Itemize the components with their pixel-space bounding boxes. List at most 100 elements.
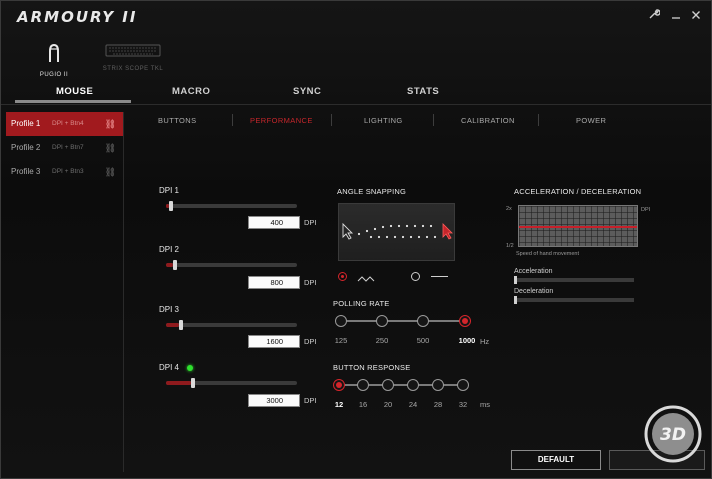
title-bar: ARMOURY II [1, 1, 711, 33]
armoury-window: ARMOURY II PUGIO II STRIX SCOPE TKL MOUS… [0, 0, 712, 479]
subtab-performance[interactable]: PERFORMANCE [250, 116, 313, 125]
profile-binding: DPI + Btn3 [52, 168, 84, 175]
close-icon[interactable] [687, 7, 705, 25]
graph-y-top: 2x [506, 206, 512, 212]
polling-500-option[interactable] [417, 315, 429, 327]
wrench-icon[interactable] [645, 7, 663, 25]
trail-dots [357, 224, 437, 239]
polling-unit: Hz [480, 337, 490, 346]
subtab-lighting[interactable]: LIGHTING [364, 116, 403, 125]
acceleration-title: ACCELERATION / DECELERATION [514, 187, 642, 196]
link-icon[interactable]: ⛓ [105, 136, 116, 160]
dpi-3-input[interactable]: 1600 [248, 335, 300, 348]
subtab-power[interactable]: POWER [576, 116, 606, 125]
graph-y-unit: DPI [641, 207, 651, 213]
default-button[interactable]: DEFAULT [511, 450, 601, 470]
acceleration-curve [519, 226, 637, 228]
acceleration-graph [518, 205, 638, 247]
graph-y-bottom: 1/2 [506, 243, 514, 249]
deceleration-label: Deceleration [514, 288, 554, 295]
profile-binding: DPI + Btn4 [52, 120, 84, 127]
mouse-icon [36, 43, 72, 68]
response-unit: ms [480, 400, 490, 409]
graph-caption: Speed of hand movement [516, 251, 579, 257]
profile-item[interactable]: Profile 2 DPI + Btn7 ⛓ [6, 136, 123, 160]
divider [331, 114, 332, 126]
dpi-3-label: DPI 3 [159, 305, 180, 314]
dpi-3-slider[interactable] [166, 320, 297, 330]
tab-macro[interactable]: MACRO [172, 86, 210, 97]
keyboard-icon [101, 43, 165, 62]
response-32-option[interactable] [457, 379, 469, 391]
polling-rate-title: POLLING RATE [333, 299, 390, 308]
deceleration-slider[interactable] [514, 296, 634, 304]
acceleration-label: Acceleration [514, 268, 553, 275]
zigzag-icon [357, 271, 375, 289]
angle-snapping-title: ANGLE SNAPPING [337, 187, 407, 196]
divider [538, 114, 539, 126]
response-20-option[interactable] [382, 379, 394, 391]
polling-125-option[interactable] [335, 315, 347, 327]
subtab-buttons[interactable]: BUTTONS [158, 116, 197, 125]
polling-1000-label: 1000 [458, 336, 476, 345]
device-strix-scope-tkl[interactable]: STRIX SCOPE TKL [101, 43, 165, 72]
divider [433, 114, 434, 126]
dpi-2-input[interactable]: 800 [248, 276, 300, 289]
subtab-calibration[interactable]: CALIBRATION [461, 116, 515, 125]
dpi-unit-label: DPI [304, 396, 317, 405]
profile-name: Profile 1 [11, 119, 41, 128]
polling-1000-option[interactable] [459, 315, 471, 327]
profile-binding: DPI + Btn7 [52, 144, 84, 151]
dpi-4-label: DPI 4 [159, 363, 180, 372]
cursor-end-icon [442, 223, 453, 240]
link-icon[interactable]: ⛓ [105, 160, 116, 184]
angle-snapping-off-radio[interactable] [411, 272, 420, 281]
app-title: ARMOURY II [17, 8, 138, 26]
divider [232, 114, 233, 126]
minimize-icon[interactable] [667, 7, 685, 25]
acceleration-slider[interactable] [514, 276, 634, 284]
dpi-unit-label: DPI [304, 278, 317, 287]
response-28-option[interactable] [432, 379, 444, 391]
watermark-logo: 3D [637, 405, 709, 463]
polling-rate-track [347, 320, 466, 322]
polling-250-label: 250 [375, 336, 389, 345]
device-name: STRIX SCOPE TKL [102, 66, 164, 72]
dpi-2-slider[interactable] [166, 260, 297, 270]
active-stage-indicator [187, 365, 193, 371]
polling-500-label: 500 [416, 336, 430, 345]
svg-text:3D: 3D [660, 425, 686, 445]
tab-stats[interactable]: STATS [407, 86, 439, 97]
straight-line-icon [431, 276, 448, 277]
dpi-1-label: DPI 1 [159, 186, 180, 195]
profile-name: Profile 3 [11, 167, 41, 176]
button-response-title: BUTTON RESPONSE [333, 363, 411, 372]
response-32-label: 32 [458, 400, 468, 409]
cursor-start-icon [342, 222, 354, 240]
tab-sync[interactable]: SYNC [293, 86, 321, 97]
angle-snapping-on-radio[interactable] [338, 272, 347, 281]
tab-mouse[interactable]: MOUSE [56, 86, 93, 97]
response-16-option[interactable] [357, 379, 369, 391]
link-icon[interactable]: ⛓ [105, 112, 116, 136]
profile-list: Profile 1 DPI + Btn4 ⛓ Profile 2 DPI + B… [6, 112, 124, 472]
profile-name: Profile 2 [11, 143, 41, 152]
dpi-1-slider[interactable] [166, 201, 297, 211]
dpi-2-label: DPI 2 [159, 245, 180, 254]
response-12-option[interactable] [333, 379, 345, 391]
dpi-unit-label: DPI [304, 337, 317, 346]
polling-125-label: 125 [334, 336, 348, 345]
response-24-option[interactable] [407, 379, 419, 391]
dpi-4-input[interactable]: 3000 [248, 394, 300, 407]
dpi-1-input[interactable]: 400 [248, 216, 300, 229]
dpi-unit-label: DPI [304, 218, 317, 227]
device-pugio-ii[interactable]: PUGIO II [36, 43, 72, 78]
angle-snapping-preview [338, 203, 455, 261]
dpi-4-slider[interactable] [166, 378, 297, 388]
device-name: PUGIO II [39, 72, 69, 78]
profile-item[interactable]: Profile 3 DPI + Btn3 ⛓ [6, 160, 123, 184]
active-tab-indicator [15, 100, 131, 103]
polling-250-option[interactable] [376, 315, 388, 327]
profile-item[interactable]: Profile 1 DPI + Btn4 ⛓ [6, 112, 123, 136]
divider [1, 104, 711, 105]
